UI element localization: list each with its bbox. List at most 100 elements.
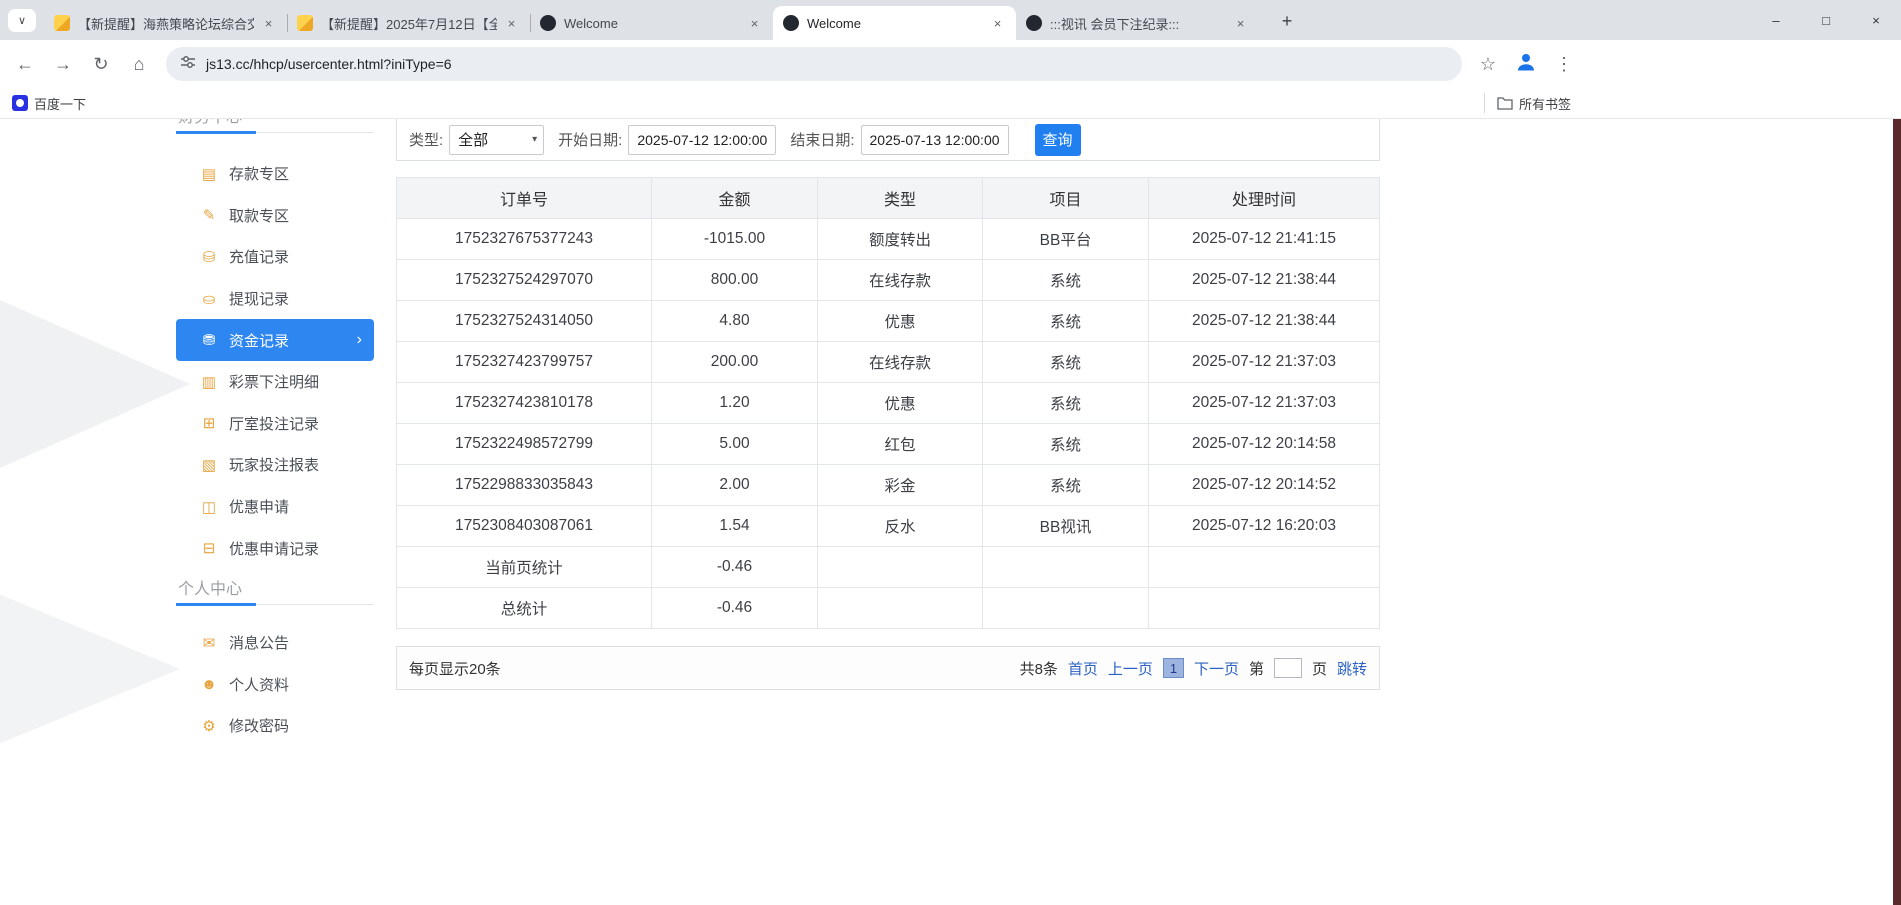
sidebar-item-deposit-zone[interactable]: ▤存款专区: [176, 153, 374, 195]
tab-search-button[interactable]: ∨: [8, 9, 36, 32]
main-content: 类型: 全部 ▾ 开始日期: 结束日期: 查询 订单号金额类型项目处理时间175…: [396, 119, 1380, 690]
home-button[interactable]: ⌂: [122, 47, 156, 81]
minimize-button[interactable]: –: [1751, 0, 1801, 40]
start-date-input[interactable]: [628, 125, 776, 155]
browser-menu-button[interactable]: ⋮: [1547, 47, 1581, 81]
chevron-down-icon: ▾: [532, 134, 537, 145]
reload-button[interactable]: ↻: [84, 47, 118, 81]
dark-site-logo-icon: [783, 15, 799, 31]
query-button[interactable]: 查询: [1035, 124, 1081, 156]
new-tab-button[interactable]: +: [1274, 9, 1300, 33]
table-cell: 2025-07-12 16:20:03: [1149, 506, 1380, 547]
sidebar-item-label: 取款专区: [229, 205, 289, 226]
tab-close-icon[interactable]: ×: [260, 15, 277, 32]
address-bar[interactable]: js13.cc/hhcp/usercenter.html?iniType=6: [166, 47, 1462, 81]
chevron-right-icon: ›: [357, 331, 362, 349]
sidebar-item-promo-application[interactable]: ◫优惠申请: [176, 486, 374, 528]
tab-forum-notice-1[interactable]: 【新提醒】海燕策略论坛综合交×: [44, 6, 287, 40]
dark-site-logo-icon: [540, 15, 556, 31]
sidebar-item-change-password[interactable]: ⚙修改密码: [176, 705, 374, 747]
navbar-right-icons: ☆ ⋮: [1469, 47, 1583, 81]
current-page-indicator[interactable]: 1: [1163, 658, 1184, 678]
forward-button[interactable]: →: [46, 47, 80, 81]
sidebar-item-hall-bet-records[interactable]: ⊞厅室投注记录: [176, 403, 374, 445]
table-cell: 彩金: [818, 465, 983, 506]
sidebar-item-label: 充值记录: [229, 246, 289, 267]
sidebar-item-label: 厅室投注记录: [229, 413, 319, 434]
bookmark-item-baidu[interactable]: 百度一下: [12, 94, 86, 113]
funds-table: 订单号金额类型项目处理时间1752327675377243-1015.00额度转…: [396, 177, 1380, 629]
end-date-label: 结束日期:: [790, 129, 854, 150]
table-cell: BB平台: [983, 219, 1149, 260]
table-cell: 额度转出: [818, 219, 983, 260]
sidebar-item-withdrawal-records[interactable]: ⛀提现记录: [176, 278, 374, 320]
table-cell: 4.80: [652, 301, 818, 342]
table-cell: 1.20: [652, 383, 818, 424]
table-cell: 2025-07-12 21:37:03: [1149, 383, 1380, 424]
tab-forum-notice-2[interactable]: 【新提醒】2025年7月12日【全×: [287, 6, 530, 40]
dark-site-logo-icon: [1026, 15, 1042, 31]
table-cell: 系统: [983, 301, 1149, 342]
plus-icon: +: [1282, 11, 1293, 32]
tab-welcome-1[interactable]: Welcome×: [530, 6, 773, 40]
sidebar-item-label: 资金记录: [229, 330, 289, 351]
page-suffix-label: 页: [1312, 658, 1327, 679]
all-bookmarks-button[interactable]: 所有书签: [1484, 93, 1571, 113]
window-controls: – □ ×: [1751, 0, 1901, 40]
all-bookmarks-label: 所有书签: [1519, 94, 1571, 113]
maximize-button[interactable]: □: [1801, 0, 1851, 40]
first-page-link[interactable]: 首页: [1068, 658, 1098, 679]
table-cell: 系统: [983, 383, 1149, 424]
sidebar-item-promo-application-records[interactable]: ⊟优惠申请记录: [176, 527, 374, 569]
tab-video-bet-records[interactable]: :::视讯 会员下注纪录:::×: [1016, 6, 1259, 40]
url-text[interactable]: js13.cc/hhcp/usercenter.html?iniType=6: [206, 56, 452, 72]
sidebar-item-messages[interactable]: ✉消息公告: [176, 622, 374, 664]
tab-close-icon[interactable]: ×: [989, 15, 1006, 32]
table-cell: 2025-07-12 20:14:52: [1149, 465, 1380, 506]
sidebar-item-profile[interactable]: ☻个人资料: [176, 664, 374, 706]
background-shape: [0, 574, 180, 764]
profile-avatar-icon: [1514, 50, 1538, 79]
table-cell: 2025-07-12 21:41:15: [1149, 219, 1380, 260]
section-title-text: 个人中心: [178, 575, 242, 599]
close-button[interactable]: ×: [1851, 0, 1901, 40]
money-bag-icon: ⛃: [200, 331, 218, 349]
back-arrow-icon: ←: [16, 54, 34, 75]
table-cell: 反水: [818, 506, 983, 547]
table-cell: 1752298833035843: [397, 465, 652, 506]
sidebar-item-withdraw-zone[interactable]: ✎取款专区: [176, 195, 374, 237]
tab-close-icon[interactable]: ×: [746, 15, 763, 32]
back-button[interactable]: ←: [8, 47, 42, 81]
money-bag-icon: ⛁: [200, 248, 218, 266]
next-page-link[interactable]: 下一页: [1194, 658, 1239, 679]
page-jump-input[interactable]: [1274, 658, 1302, 678]
tab-close-icon[interactable]: ×: [503, 15, 520, 32]
document-icon: ▥: [200, 373, 218, 391]
table-cell: 在线存款: [818, 260, 983, 301]
sidebar-items: ✉消息公告☻个人资料⚙修改密码: [176, 622, 374, 747]
sidebar-item-player-bet-report[interactable]: ▧玩家投注报表: [176, 444, 374, 486]
site-settings-icon[interactable]: [180, 54, 196, 75]
type-select[interactable]: 全部 ▾: [449, 125, 544, 155]
sidebar-item-lottery-bet-details[interactable]: ▥彩票下注明细: [176, 361, 374, 403]
profile-button[interactable]: [1509, 47, 1543, 81]
end-date-input[interactable]: [861, 125, 1009, 155]
tab-welcome-2[interactable]: Welcome ×: [773, 6, 1016, 40]
table-cell: 1752327524314050: [397, 301, 652, 342]
page-prefix-label: 第: [1249, 658, 1264, 679]
tab-title: Welcome: [807, 16, 983, 31]
table-cell: 200.00: [652, 342, 818, 383]
table-header-cell: 订单号: [397, 178, 652, 219]
table-header-cell: 金额: [652, 178, 818, 219]
sidebar-item-label: 优惠申请: [229, 496, 289, 517]
baidu-favicon-icon: [12, 95, 28, 111]
sidebar-item-label: 修改密码: [229, 715, 289, 736]
sidebar-item-recharge-records[interactable]: ⛁ 充值记录: [176, 236, 374, 278]
sidebar-item-funds-records[interactable]: ⛃ 资金记录 ›: [176, 319, 374, 361]
tab-close-icon[interactable]: ×: [1232, 15, 1249, 32]
bookmark-star-button[interactable]: ☆: [1471, 47, 1505, 81]
jump-link[interactable]: 跳转: [1337, 658, 1367, 679]
table-cell: 1752327423810178: [397, 383, 652, 424]
prev-page-link[interactable]: 上一页: [1108, 658, 1153, 679]
type-select-value: 全部: [458, 129, 488, 150]
